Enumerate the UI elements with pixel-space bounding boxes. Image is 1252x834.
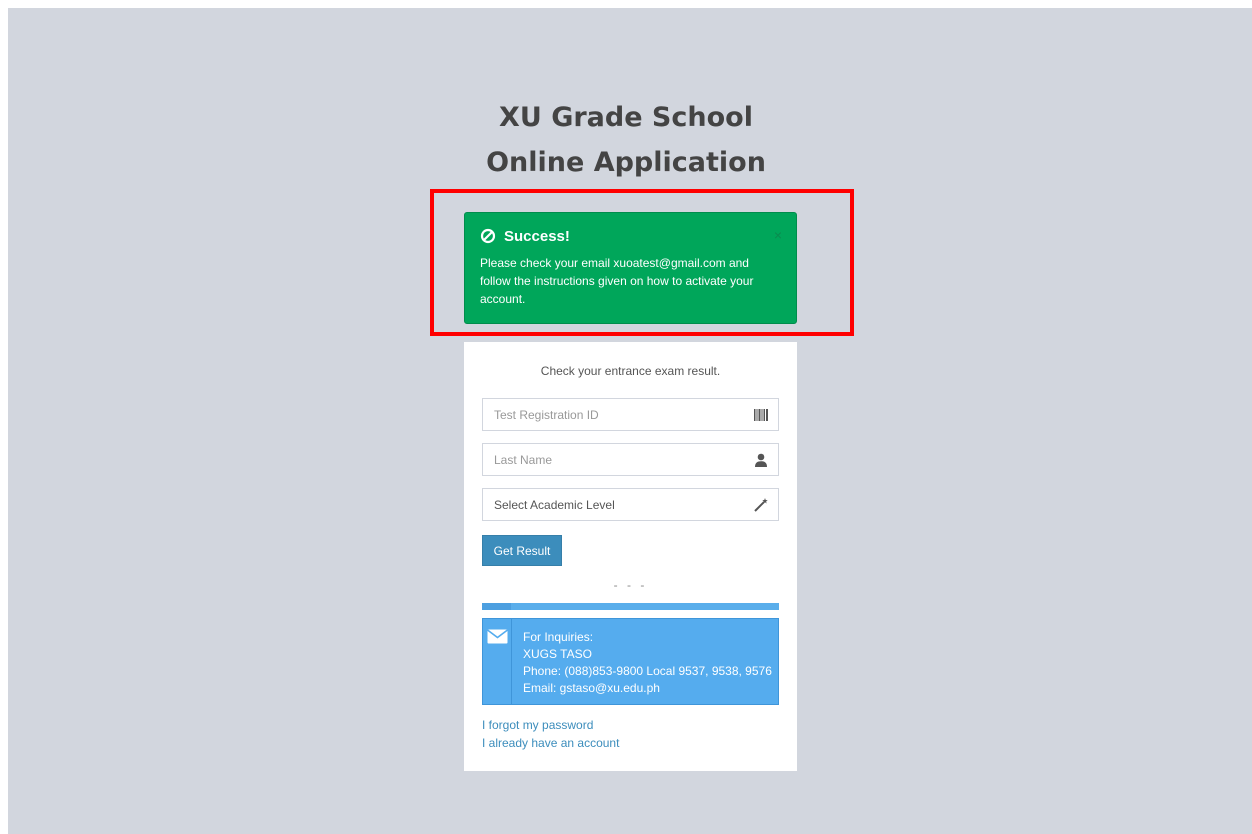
inquiries-heading: For Inquiries: — [523, 630, 594, 644]
login-card: Check your entrance exam result. Select … — [464, 342, 797, 771]
page-title-line-2: Online Application — [486, 147, 766, 178]
academic-level-field: Select Academic Level — [482, 488, 779, 521]
envelope-icon — [487, 629, 508, 644]
registration-id-input[interactable] — [483, 399, 778, 430]
have-account-link[interactable]: I already have an account — [482, 736, 619, 750]
inquiries-email: Email: gstaso@xu.edu.ph — [523, 681, 660, 695]
inquiries-phone: Phone: (088)853-9800 Local 9537, 9538, 9… — [523, 664, 772, 678]
last-name-input[interactable] — [483, 444, 778, 475]
close-icon[interactable]: × — [774, 228, 782, 242]
alert-title: Success! — [504, 227, 570, 245]
ban-circle-icon — [480, 228, 496, 244]
separator: - - - — [613, 578, 648, 592]
card-lead-text: Check your entrance exam result. — [540, 364, 721, 378]
page-title-line-1: XU Grade School — [499, 102, 753, 133]
forgot-password-link[interactable]: I forgot my password — [482, 718, 593, 732]
info-bar — [482, 603, 779, 610]
registration-id-field — [482, 398, 779, 431]
alert-header: Success! — [480, 226, 781, 246]
academic-level-select[interactable]: Select Academic Level — [483, 489, 778, 520]
inquiries-text: For Inquiries: XUGS TASO Phone: (088)853… — [523, 629, 772, 697]
last-name-field — [482, 443, 779, 476]
alert-message: Please check your email xuoatest@gmail.c… — [480, 256, 754, 306]
inquiries-box: For Inquiries: XUGS TASO Phone: (088)853… — [482, 618, 779, 705]
success-alert: Success! × Please check your email xuoat… — [464, 212, 797, 324]
inquiries-office: XUGS TASO — [523, 647, 592, 661]
get-result-button[interactable]: Get Result — [482, 535, 562, 566]
inquiries-icon-box — [483, 619, 512, 704]
